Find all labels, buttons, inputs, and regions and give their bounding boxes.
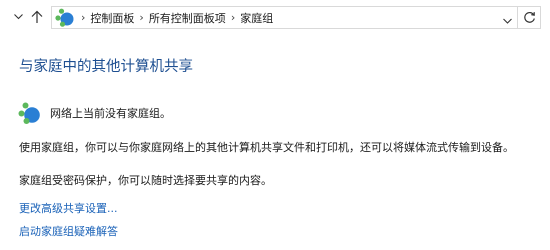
description-text: 使用家庭组，你可以与你家庭网络上的其他计算机共享文件和打印机，还可以将媒体流式传…	[19, 141, 514, 154]
address-bar[interactable]: › 控制面板 › 所有控制面板项 › 家庭组	[51, 6, 518, 29]
homegroup-status: 网络上当前没有家庭组。	[17, 101, 171, 125]
chevron-right-icon[interactable]: ›	[231, 11, 235, 24]
chevron-right-icon: ›	[81, 11, 86, 24]
status-text: 网络上当前没有家庭组。	[50, 107, 171, 120]
up-button[interactable]	[29, 9, 45, 25]
breadcrumb-item-homegroup[interactable]: 家庭组	[240, 10, 273, 26]
homegroup-troubleshooter-link[interactable]: 启动家庭组疑难解答	[19, 223, 118, 239]
refresh-button[interactable]	[518, 6, 541, 29]
page-title: 与家庭中的其他计算机共享	[19, 59, 193, 75]
breadcrumb-item-control-panel[interactable]: 控制面板	[90, 10, 134, 26]
advanced-sharing-settings-link[interactable]: 更改高级共享设置...	[19, 200, 118, 216]
homegroup-icon	[54, 7, 76, 28]
refresh-icon	[523, 11, 535, 23]
breadcrumb-item-all-items[interactable]: 所有控制面板项	[149, 10, 226, 26]
chevron-down-icon	[503, 18, 512, 24]
chevron-down-icon	[13, 14, 23, 20]
chevron-right-icon[interactable]: ›	[139, 11, 143, 24]
up-arrow-icon	[31, 10, 43, 23]
dropdown-history-button[interactable]	[10, 9, 26, 25]
password-note-text: 家庭组受密码保护，你可以随时选择要共享的内容。	[19, 174, 272, 187]
address-dropdown-button[interactable]	[503, 12, 512, 31]
navigation-bar: › 控制面板 › 所有控制面板项 › 家庭组	[0, 0, 550, 36]
homegroup-icon	[17, 101, 41, 125]
